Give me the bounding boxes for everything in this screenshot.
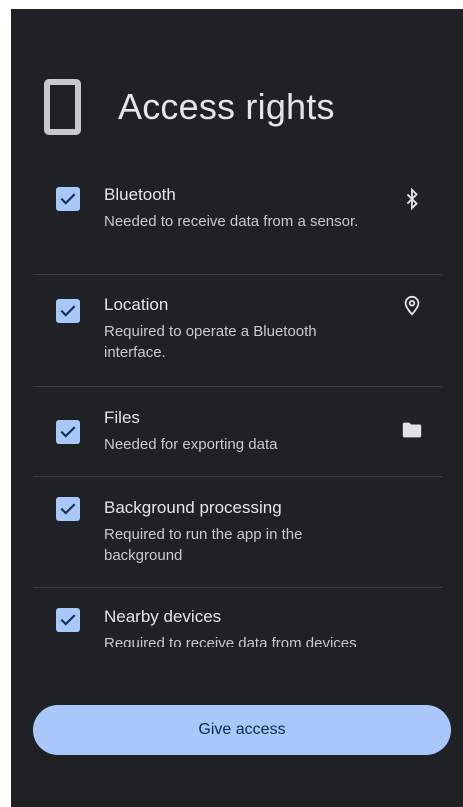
permission-description: Required to run the app in the backgroun… bbox=[104, 526, 303, 564]
permission-description: Required to operate a Bluetooth interfac… bbox=[104, 323, 317, 361]
permission-item-nearby-devices[interactable]: Nearby devices Required to receive data … bbox=[33, 588, 443, 647]
permission-description: Needed for exporting data bbox=[104, 436, 278, 453]
page-title: Access rights bbox=[118, 86, 335, 127]
header: Access rights bbox=[44, 79, 335, 135]
permission-item-background-processing[interactable]: Background processing Required to run th… bbox=[33, 477, 443, 588]
folder-icon bbox=[401, 419, 423, 441]
permission-description: Required to receive data from devices bbox=[104, 635, 357, 647]
checkmark-icon bbox=[60, 426, 76, 438]
permission-title: Location bbox=[104, 295, 169, 314]
permission-title: Files bbox=[104, 408, 140, 427]
checkbox-bluetooth[interactable] bbox=[56, 187, 80, 211]
permission-item-files[interactable]: Files Needed for exporting data bbox=[33, 387, 443, 477]
permission-title: Nearby devices bbox=[104, 607, 222, 626]
permission-title: Background processing bbox=[104, 498, 282, 517]
phone-icon bbox=[44, 79, 81, 135]
checkbox-location[interactable] bbox=[56, 299, 80, 323]
checkbox-files[interactable] bbox=[56, 420, 80, 444]
checkmark-icon bbox=[60, 614, 76, 626]
permission-texts: Bluetooth Needed to receive data from a … bbox=[104, 184, 374, 232]
checkbox-background-processing[interactable] bbox=[56, 497, 80, 521]
permission-title: Bluetooth bbox=[104, 185, 176, 204]
permission-item-bluetooth[interactable]: Bluetooth Needed to receive data from a … bbox=[33, 174, 443, 275]
permission-texts: Location Required to operate a Bluetooth… bbox=[104, 294, 374, 363]
checkmark-icon bbox=[60, 305, 76, 317]
app-screen: Access rights Bluetooth Needed to receiv… bbox=[11, 9, 463, 807]
permission-texts: Nearby devices Required to receive data … bbox=[104, 606, 374, 647]
give-access-button[interactable]: Give access bbox=[33, 705, 451, 755]
checkmark-icon bbox=[60, 503, 76, 515]
permission-texts: Background processing Required to run th… bbox=[104, 497, 374, 566]
permission-item-location[interactable]: Location Required to operate a Bluetooth… bbox=[33, 275, 443, 387]
checkbox-nearby-devices[interactable] bbox=[56, 608, 80, 632]
checkmark-icon bbox=[60, 193, 76, 205]
location-pin-icon bbox=[401, 295, 423, 317]
permissions-list[interactable]: Bluetooth Needed to receive data from a … bbox=[33, 174, 443, 647]
permission-texts: Files Needed for exporting data bbox=[104, 407, 374, 455]
permission-description: Needed to receive data from a sensor. bbox=[104, 213, 359, 230]
bluetooth-icon bbox=[401, 187, 423, 211]
